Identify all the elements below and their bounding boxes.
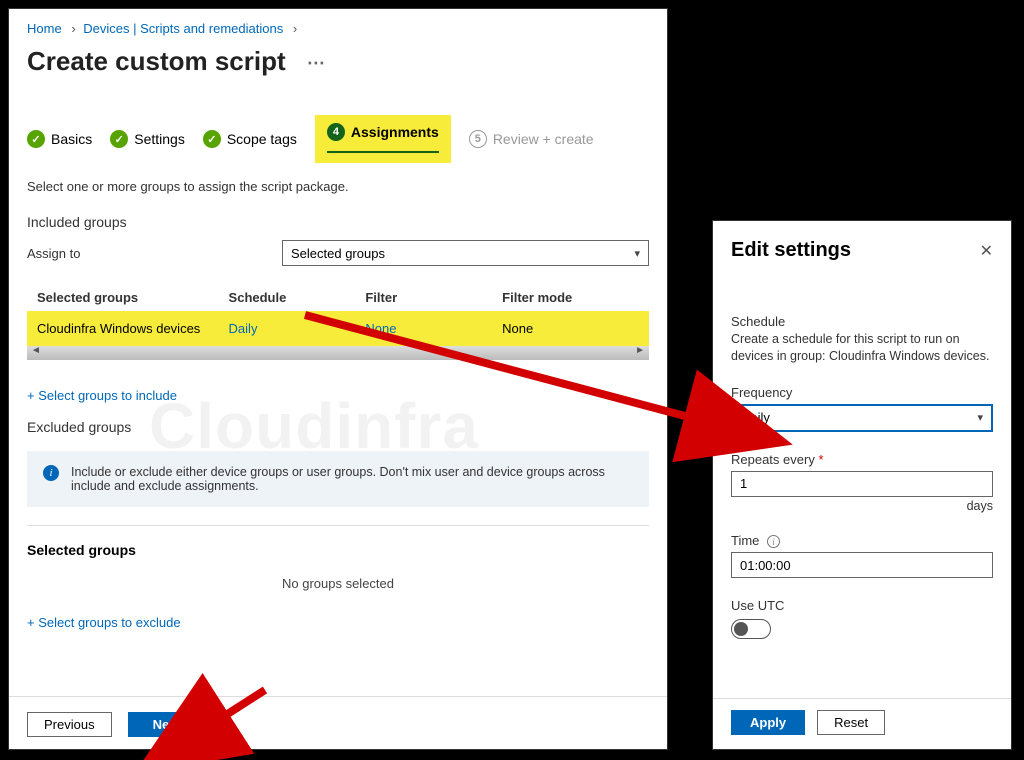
time-input[interactable] <box>731 552 993 578</box>
selected-groups-label: Selected groups <box>27 542 649 558</box>
select-groups-exclude-link[interactable]: + Select groups to exclude <box>27 615 181 630</box>
use-utc-label: Use UTC <box>731 598 993 613</box>
panel-title: Edit settings <box>731 239 851 262</box>
stepper: Basics Settings Scope tags 4 Assignments… <box>27 115 649 163</box>
chevron-down-icon: ▾ <box>977 411 983 424</box>
frequency-dropdown[interactable]: Daily ▾ <box>731 404 993 432</box>
chevron-down-icon: ▾ <box>634 247 640 260</box>
footer: Previous Next <box>27 712 206 737</box>
highlight-assignments: 4 Assignments <box>315 115 451 163</box>
main-panel: Home › Devices | Scripts and remediation… <box>8 8 668 750</box>
col-filter: Filter <box>365 290 502 305</box>
page-title-text: Create custom script <box>27 46 286 76</box>
schedule-label: Schedule <box>731 314 993 329</box>
breadcrumb-home[interactable]: Home <box>27 21 62 36</box>
assign-to-label: Assign to <box>27 246 282 261</box>
step-number-icon: 5 <box>469 130 487 148</box>
check-icon <box>203 130 221 148</box>
previous-button[interactable]: Previous <box>27 712 112 737</box>
step-number-icon: 4 <box>327 123 345 141</box>
chevron-right-icon: › <box>71 21 75 36</box>
cell-filter-mode: None <box>502 321 639 336</box>
check-icon <box>110 130 128 148</box>
assign-to-row: Assign to Selected groups ▾ <box>27 240 649 266</box>
schedule-section: Schedule Create a schedule for this scri… <box>731 314 993 365</box>
excluded-groups-label: Excluded groups <box>27 419 649 435</box>
select-groups-include-link[interactable]: + Select groups to include <box>27 388 177 403</box>
frequency-value: Daily <box>741 410 770 425</box>
step-label: Assignments <box>351 124 439 140</box>
assign-to-dropdown[interactable]: Selected groups ▾ <box>282 240 649 266</box>
time-label-text: Time <box>731 533 759 548</box>
table-row[interactable]: Cloudinfra Windows devices Daily None No… <box>27 311 649 346</box>
edit-settings-panel: Edit settings ✕ Schedule Create a schedu… <box>712 220 1012 750</box>
repeats-label-text: Repeats every <box>731 452 815 467</box>
toggle-knob <box>734 622 748 636</box>
frequency-label: Frequency <box>731 385 993 400</box>
step-label: Review + create <box>493 131 594 147</box>
info-text: Include or exclude either device groups … <box>71 465 633 493</box>
repeats-unit: days <box>731 499 993 513</box>
step-review-create: 5 Review + create <box>469 130 594 148</box>
assign-to-value: Selected groups <box>291 246 385 261</box>
included-groups-label: Included groups <box>27 214 649 230</box>
repeats-every-label: Repeats every * <box>731 452 993 467</box>
no-groups-text: No groups selected <box>27 576 649 591</box>
close-icon[interactable]: ✕ <box>980 241 993 261</box>
reset-button[interactable]: Reset <box>817 710 885 735</box>
step-settings[interactable]: Settings <box>110 130 185 148</box>
chevron-right-icon: › <box>293 21 297 36</box>
info-icon[interactable]: i <box>767 535 780 548</box>
repeats-every-input[interactable] <box>731 471 993 497</box>
selected-groups-table: Selected groups Schedule Filter Filter m… <box>27 284 649 360</box>
table-header: Selected groups Schedule Filter Filter m… <box>27 284 649 311</box>
time-label: Time i <box>731 533 993 549</box>
step-label: Settings <box>134 131 185 147</box>
more-icon[interactable]: ⋯ <box>307 53 325 73</box>
cell-group-name: Cloudinfra Windows devices <box>37 321 229 336</box>
instruction-text: Select one or more groups to assign the … <box>27 179 649 194</box>
footer-divider <box>9 696 667 697</box>
info-box: i Include or exclude either device group… <box>27 451 649 507</box>
horizontal-scrollbar[interactable] <box>27 346 649 360</box>
info-icon: i <box>43 465 59 481</box>
schedule-description: Create a schedule for this script to run… <box>731 331 993 365</box>
use-utc-toggle[interactable] <box>731 619 771 639</box>
divider <box>27 525 649 526</box>
cell-schedule[interactable]: Daily <box>229 321 366 336</box>
col-schedule: Schedule <box>229 290 366 305</box>
breadcrumb: Home › Devices | Scripts and remediation… <box>27 21 649 36</box>
col-filter-mode: Filter mode <box>502 290 639 305</box>
check-icon <box>27 130 45 148</box>
panel-footer-divider <box>713 698 1011 699</box>
required-asterisk: * <box>818 452 823 467</box>
page-title: Create custom script ⋯ <box>27 46 649 77</box>
apply-button[interactable]: Apply <box>731 710 805 735</box>
breadcrumb-devices[interactable]: Devices | Scripts and remediations <box>83 21 283 36</box>
step-label: Basics <box>51 131 92 147</box>
col-selected-groups: Selected groups <box>37 290 229 305</box>
panel-header: Edit settings ✕ <box>731 239 993 262</box>
next-button[interactable]: Next <box>128 712 206 737</box>
step-scope-tags[interactable]: Scope tags <box>203 130 297 148</box>
cell-filter[interactable]: None <box>365 321 502 336</box>
step-assignments[interactable]: 4 Assignments <box>327 123 439 153</box>
step-basics[interactable]: Basics <box>27 130 92 148</box>
step-label: Scope tags <box>227 131 297 147</box>
panel-footer: Apply Reset <box>731 710 885 735</box>
